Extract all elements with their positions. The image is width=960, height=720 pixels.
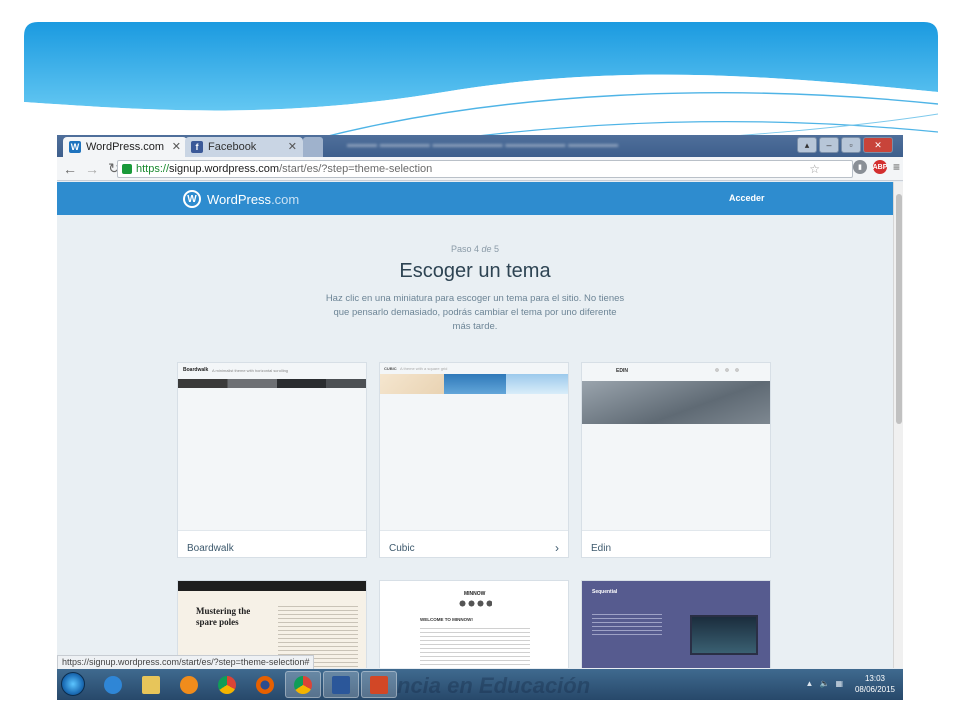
lock-icon <box>122 164 132 174</box>
close-icon[interactable]: ✕ <box>172 140 181 153</box>
brand-main: WordPress <box>207 191 272 207</box>
step-of: de <box>479 244 495 254</box>
thumb-tagline: A minimalist theme with horizontal scrol… <box>212 368 289 373</box>
word-icon[interactable] <box>323 671 359 698</box>
clock-time: 13:03 <box>864 674 885 683</box>
presentation-slide: W WordPress.com ✕ f Facebook ✕ ▬▬▬ ▬▬▬▬▬… <box>0 0 960 720</box>
thumb-topbar <box>178 581 366 591</box>
theme-thumbnail: CUBIC A theme with a square grid <box>380 363 568 531</box>
address-bar[interactable]: https:// signup.wordpress.com /start/es/… <box>117 160 853 178</box>
theme-thumbnail: EDIN <box>582 363 770 531</box>
bookmark-star-icon[interactable]: ☆ <box>809 162 820 176</box>
thumb-social-icons <box>458 600 492 607</box>
window-title-blurred: ▬▬▬ ▬▬▬▬▬ ▬▬▬▬▬▬▬ ▬▬▬▬▬▬ ▬▬▬▬▬ <box>347 139 619 150</box>
back-icon[interactable]: ← <box>61 160 79 178</box>
user-icon[interactable]: ▴ <box>797 137 817 153</box>
chrome-icon[interactable] <box>209 671 245 698</box>
menu-icon[interactable]: ≡ <box>893 160 900 174</box>
thumb-hero-image <box>582 381 770 424</box>
page-subtitle: Haz clic en una miniatura para escoger u… <box>325 293 625 332</box>
volume-icon[interactable]: 🔈 <box>819 679 829 688</box>
page-scrollbar[interactable] <box>893 182 903 668</box>
new-tab-button[interactable] <box>303 137 323 157</box>
minimize-button[interactable]: – <box>819 137 839 153</box>
chrome-active-icon[interactable] <box>285 671 321 698</box>
thumb-title: Boardwalk <box>183 367 209 373</box>
status-bar-url: https://signup.wordpress.com/start/es/?s… <box>57 655 315 670</box>
browser-window: W WordPress.com ✕ f Facebook ✕ ▬▬▬ ▬▬▬▬▬… <box>57 135 903 700</box>
thumb-title: Mustering the spare poles <box>196 606 251 627</box>
theme-card-minnow[interactable]: MINNOW WELCOME TO MINNOW! <box>379 580 569 668</box>
step-total: 5 <box>494 244 500 254</box>
thumb-title: MINNOW <box>464 591 486 597</box>
wordpress-logo[interactable]: W WordPress .com <box>183 190 299 208</box>
system-tray: ▲ 🔈 ▦ <box>806 679 843 688</box>
url-scheme: https:// <box>136 163 170 175</box>
network-icon[interactable]: ▦ <box>835 679 843 688</box>
url-host: signup.wordpress.com <box>169 163 280 175</box>
facebook-icon: f <box>191 141 203 153</box>
login-link[interactable]: Acceder <box>729 193 765 203</box>
clock-date: 08/06/2015 <box>854 685 895 694</box>
file-explorer-icon[interactable] <box>133 671 169 698</box>
wordpress-header: W WordPress .com Acceder <box>57 182 893 215</box>
thumb-tagline: A theme with a square grid <box>400 366 448 371</box>
thumb-title: Sequential <box>592 589 618 595</box>
theme-thumbnail: Boardwalk A minimalist theme with horizo… <box>178 363 366 531</box>
windows-taskbar: ncia en Educación ▲ 🔈 ▦ 13:03 08/06/2015 <box>57 669 903 700</box>
step-prefix: Paso <box>450 244 474 254</box>
theme-card-cubic[interactable]: CUBIC A theme with a square grid Cubic › <box>379 362 569 558</box>
theme-thumbnail: Sequential <box>582 581 770 668</box>
close-icon[interactable]: ✕ <box>288 140 297 153</box>
media-player-icon[interactable] <box>171 671 207 698</box>
thumb-image-row <box>380 374 568 394</box>
slide-watermark-text: ncia en Educación <box>397 673 591 698</box>
browser-toolbar: ← → ↻ https:// signup.wordpress.com /sta… <box>57 157 903 181</box>
page-title: Escoger un tema <box>399 260 551 282</box>
thumb-screenshot <box>690 615 758 655</box>
clock[interactable]: 13:03 08/06/2015 <box>855 673 895 695</box>
extension-icon[interactable]: ▮ <box>853 160 867 174</box>
firefox-icon[interactable] <box>247 671 283 698</box>
tab-label: Facebook <box>208 141 257 153</box>
start-button-icon[interactable] <box>61 672 85 696</box>
thumb-nav-dots <box>712 367 742 373</box>
brand-suffix: .com <box>271 191 300 207</box>
tab-strip: W WordPress.com ✕ f Facebook ✕ ▬▬▬ ▬▬▬▬▬… <box>57 135 903 157</box>
thumb-title: CUBIC <box>384 366 397 371</box>
tab-label: WordPress.com <box>86 141 165 153</box>
close-window-button[interactable]: ✕ <box>863 137 893 153</box>
tab-facebook[interactable]: f Facebook ✕ <box>185 137 303 157</box>
wordpress-page: W WordPress .com Acceder Paso 4 de 5 Esco… <box>57 182 893 668</box>
theme-card-edin[interactable]: EDIN Edin <box>581 362 771 558</box>
scrollbar-thumb[interactable] <box>896 194 902 424</box>
theme-card-boardwalk[interactable]: Boardwalk A minimalist theme with horizo… <box>177 362 367 558</box>
thumb-body-lines <box>592 611 662 637</box>
internet-explorer-icon[interactable] <box>95 671 131 698</box>
thumb-body-lines <box>420 625 530 665</box>
adblock-icon[interactable]: ABP <box>873 160 887 174</box>
wordpress-icon: W <box>183 190 201 208</box>
extension-icons: ▮ ABP ≡ <box>853 160 900 174</box>
theme-thumbnail: MINNOW WELCOME TO MINNOW! <box>380 581 568 668</box>
powerpoint-icon[interactable] <box>361 671 397 698</box>
theme-name: Cubic <box>389 543 415 554</box>
chevron-up-icon[interactable]: ▲ <box>806 679 814 688</box>
restore-button[interactable]: ▫ <box>841 137 861 153</box>
theme-name: Edin <box>591 543 612 554</box>
thumb-image-strip <box>178 379 366 388</box>
wordpress-icon: W <box>69 141 81 153</box>
step-indicator: Paso 4 de 5 <box>57 244 893 254</box>
url-path: /start/es/?step=theme-selection <box>279 163 433 175</box>
tab-wordpress[interactable]: W WordPress.com ✕ <box>63 137 187 157</box>
window-controls: ▴ – ▫ ✕ <box>797 137 893 153</box>
thumb-heading: WELCOME TO MINNOW! <box>420 617 473 622</box>
theme-card-sequential[interactable]: Sequential <box>581 580 771 668</box>
theme-name: Boardwalk <box>187 543 234 554</box>
forward-icon[interactable]: → <box>83 160 101 178</box>
chevron-right-icon[interactable]: › <box>555 541 559 555</box>
thumb-title: EDIN <box>616 368 628 374</box>
